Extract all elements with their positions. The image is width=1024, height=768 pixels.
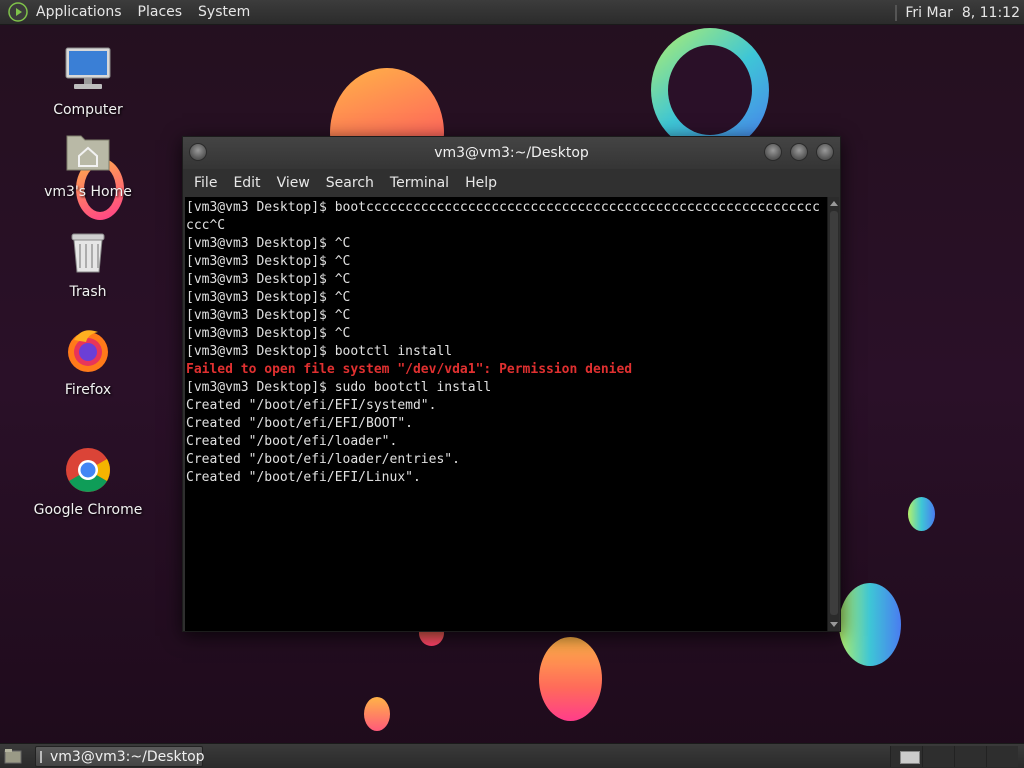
terminal-line: Created "/boot/efi/EFI/BOOT". [186, 416, 413, 431]
computer-icon [65, 47, 111, 89]
terminal-line: Created "/boot/efi/loader". [186, 434, 398, 449]
terminal-line: [vm3@vm3 Desktop]$ sudo bootctl install [186, 380, 492, 395]
wallpaper-bubble [839, 583, 901, 666]
chrome-icon [66, 448, 110, 492]
terminal-line: Created "/boot/efi/loader/entries". [186, 452, 460, 467]
desktop-icon-label: Google Chrome [33, 502, 143, 518]
applications-menu[interactable]: Applications [28, 4, 130, 20]
menu-search[interactable]: Search [318, 175, 382, 191]
top-panel: Applications Places System Fri Mar 8, 11… [0, 0, 1024, 25]
maximize-button[interactable] [790, 143, 808, 161]
terminal-error-line: Failed to open file system "/dev/vda1": … [186, 362, 633, 377]
distro-logo-icon[interactable] [8, 2, 28, 22]
terminal-output[interactable]: [vm3@vm3 Desktop]$ bootccccccccccccccccc… [185, 197, 828, 631]
workspace-switcher [890, 746, 1020, 767]
terminal-line: [vm3@vm3 Desktop]$ ^C [186, 236, 351, 251]
menu-terminal[interactable]: Terminal [382, 175, 457, 191]
close-button[interactable] [816, 143, 834, 161]
terminal-line: [vm3@vm3 Desktop]$ ^C [186, 308, 351, 323]
window-menu-button[interactable] [189, 143, 207, 161]
show-desktop-icon[interactable] [4, 748, 22, 764]
menu-help[interactable]: Help [457, 175, 505, 191]
terminal-line: [vm3@vm3 Desktop]$ bootctl install [186, 344, 453, 359]
desktop-icon-computer[interactable]: Computer [28, 46, 148, 118]
terminal-window[interactable]: vm3@vm3:~/Desktop File Edit View Search … [182, 136, 841, 632]
terminal-menubar: File Edit View Search Terminal Help [183, 169, 840, 197]
desktop-icon-firefox[interactable]: Firefox [28, 326, 148, 398]
workspace-3[interactable] [954, 746, 986, 767]
firefox-icon [68, 330, 108, 372]
clock[interactable]: Fri Mar 8, 11:12 [895, 0, 1020, 25]
menu-edit[interactable]: Edit [225, 175, 268, 191]
workspace-4[interactable] [986, 746, 1018, 767]
desktop-icon-label: Trash [69, 284, 107, 300]
terminal-scrollbar[interactable] [827, 197, 839, 631]
terminal-line: Created "/boot/efi/EFI/systemd". [186, 398, 437, 413]
home-folder-icon [66, 135, 110, 171]
terminal-line: ccc^C [186, 218, 226, 233]
terminal-line: Created "/boot/efi/EFI/Linux". [186, 470, 421, 485]
workspace-window-preview [900, 751, 920, 764]
desktop-icon-label: Firefox [64, 382, 112, 398]
menu-view[interactable]: View [269, 175, 318, 191]
scrollbar-thumb[interactable] [830, 211, 838, 615]
desktop-icon-trash[interactable]: Trash [28, 228, 148, 300]
terminal-line: [vm3@vm3 Desktop]$ ^C [186, 272, 351, 287]
terminal-line: [vm3@vm3 Desktop]$ ^C [186, 326, 351, 341]
scroll-up-arrow-icon[interactable] [830, 201, 838, 206]
desktop-icon-label: vm3's Home [44, 184, 132, 200]
terminal-titlebar[interactable]: vm3@vm3:~/Desktop [183, 137, 840, 169]
terminal-line: [vm3@vm3 Desktop]$ bootccccccccccccccccc… [186, 200, 820, 215]
terminal-icon [40, 750, 42, 763]
wallpaper-bubble [908, 497, 935, 531]
system-menu[interactable]: System [190, 4, 258, 20]
places-menu[interactable]: Places [130, 4, 191, 20]
desktop-icon-chrome[interactable]: Google Chrome [28, 446, 148, 518]
bottom-panel: vm3@vm3:~/Desktop [0, 743, 1024, 768]
clock-label: Fri Mar 8, 11:12 [905, 4, 1020, 21]
desktop-icon-label: Computer [53, 102, 123, 118]
terminal-line: [vm3@vm3 Desktop]$ ^C [186, 254, 351, 269]
trash-icon [71, 233, 105, 273]
wallpaper-ring [651, 28, 769, 152]
taskbar-button-label: vm3@vm3:~/Desktop [50, 748, 205, 765]
window-title: vm3@vm3:~/Desktop [434, 145, 589, 161]
workspace-2[interactable] [922, 746, 954, 767]
taskbar-terminal-button[interactable]: vm3@vm3:~/Desktop [35, 746, 205, 767]
scroll-down-arrow-icon[interactable] [830, 622, 838, 627]
desktop-icon-home[interactable]: vm3's Home [28, 128, 148, 200]
workspace-1[interactable] [890, 746, 922, 767]
wallpaper-bubble [539, 637, 602, 721]
menu-file[interactable]: File [186, 175, 225, 191]
panel-separator [895, 4, 898, 21]
minimize-button[interactable] [764, 143, 782, 161]
terminal-line: [vm3@vm3 Desktop]$ ^C [186, 290, 351, 305]
wallpaper-bubble [364, 697, 390, 731]
